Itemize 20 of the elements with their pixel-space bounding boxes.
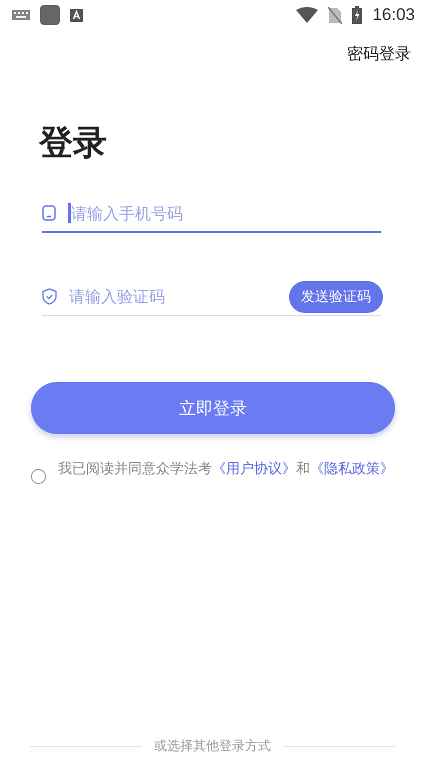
agreement-text: 我已阅读并同意众学法考《用户协议》和《隐私政策》 <box>58 460 394 478</box>
policy-link[interactable]: 《用户协议》 <box>212 461 296 477</box>
wifi-icon <box>296 7 318 23</box>
keyboard-icon <box>12 10 30 20</box>
login-button[interactable]: 立即登录 <box>31 382 395 434</box>
shield-icon <box>42 288 57 305</box>
code-field[interactable]: 请输入验证码 <box>69 287 277 306</box>
send-code-button[interactable]: 发送验证码 <box>289 280 383 312</box>
other-login-label: 或选择其他登录方式 <box>154 738 271 755</box>
phone-field[interactable]: 请输入手机号码 <box>71 204 381 222</box>
policy-link[interactable]: 《隐私政策》 <box>310 461 394 477</box>
app-icon <box>40 5 60 25</box>
agree-radio[interactable] <box>31 469 46 484</box>
password-login-link[interactable]: 密码登录 <box>347 44 411 65</box>
battery-icon <box>352 6 362 24</box>
page-title: 登录 <box>39 122 108 165</box>
text-icon <box>70 8 83 22</box>
phone-icon <box>42 205 56 221</box>
no-sim-icon <box>328 6 342 24</box>
clock-time: 16:03 <box>372 5 415 25</box>
